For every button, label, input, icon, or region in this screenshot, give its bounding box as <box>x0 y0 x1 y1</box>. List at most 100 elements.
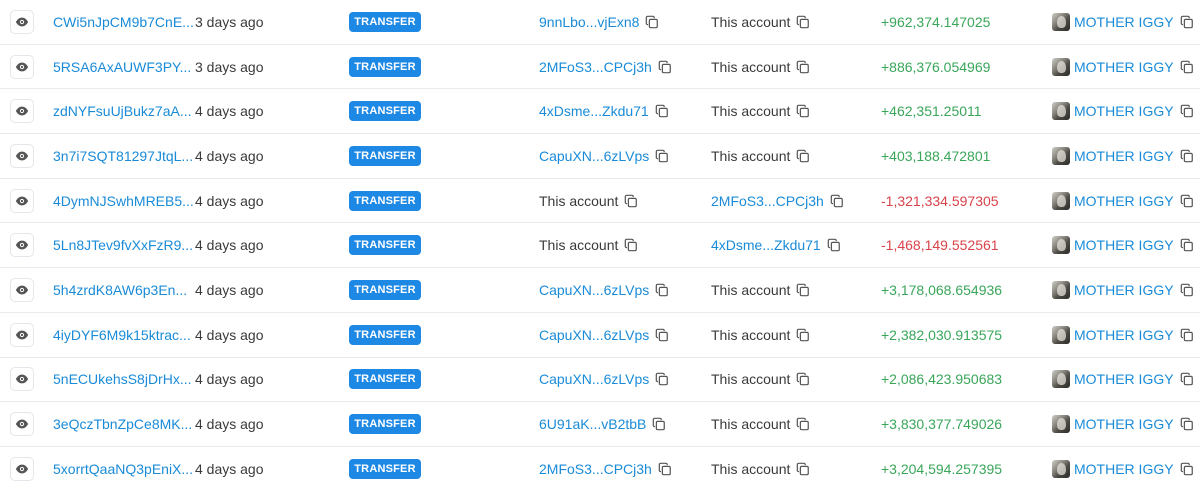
to-cell: This account <box>711 268 810 312</box>
signature-link[interactable]: 5RSA6AxAUWF3PY... <box>53 45 191 89</box>
copy-icon[interactable] <box>827 238 841 252</box>
view-details-button[interactable] <box>10 233 34 258</box>
type-badge: TRANSFER <box>349 145 421 166</box>
table-row: CWi5nJpCM9b7CnE... 3 days ago TRANSFER 9… <box>0 0 1200 45</box>
signature-link[interactable]: zdNYFsuUjBukz7aA... <box>53 89 192 133</box>
to-address: This account <box>711 326 791 343</box>
from-address[interactable]: CapuXN...6zLVps <box>539 282 649 298</box>
copy-icon[interactable] <box>645 15 659 29</box>
from-address[interactable]: CapuXN...6zLVps <box>539 371 649 387</box>
copy-icon[interactable] <box>1180 283 1194 297</box>
type-badge: TRANSFER <box>349 235 421 256</box>
copy-icon[interactable] <box>1180 417 1194 431</box>
to-address[interactable]: 4xDsme...Zkdu71 <box>711 237 821 253</box>
token-name-link[interactable]: MOTHER IGGY <box>1074 282 1174 298</box>
token-name-link[interactable]: MOTHER IGGY <box>1074 237 1174 253</box>
from-address[interactable]: 9nnLbo...vjExn8 <box>539 14 639 30</box>
copy-icon[interactable] <box>796 372 810 386</box>
time-ago: 4 days ago <box>195 192 264 209</box>
token-name-link[interactable]: MOTHER IGGY <box>1074 103 1174 119</box>
copy-icon[interactable] <box>1180 104 1194 118</box>
copy-icon[interactable] <box>655 328 669 342</box>
view-details-button[interactable] <box>10 278 34 303</box>
view-details-button[interactable] <box>10 367 34 392</box>
copy-icon[interactable] <box>796 328 810 342</box>
amount-value: +3,178,068.654936 <box>881 282 1003 299</box>
token-name-link[interactable]: MOTHER IGGY <box>1074 193 1174 209</box>
from-address[interactable]: 2MFoS3...CPCj3h <box>539 59 652 75</box>
from-address[interactable]: CapuXN...6zLVps <box>539 327 649 343</box>
copy-icon[interactable] <box>796 417 810 431</box>
to-cell: This account <box>711 134 810 178</box>
token-cell: MOTHER IGGY <box>1052 45 1194 89</box>
copy-icon[interactable] <box>652 417 666 431</box>
from-address[interactable]: 2MFoS3...CPCj3h <box>539 461 652 477</box>
copy-icon[interactable] <box>1180 194 1194 208</box>
from-address[interactable]: CapuXN...6zLVps <box>539 148 649 164</box>
copy-icon[interactable] <box>1180 328 1194 342</box>
copy-icon[interactable] <box>658 462 672 476</box>
signature-link[interactable]: 4iyDYF6M9k15ktrac... <box>53 313 191 357</box>
copy-icon[interactable] <box>658 60 672 74</box>
copy-icon[interactable] <box>1180 149 1194 163</box>
token-cell: MOTHER IGGY <box>1052 224 1194 268</box>
token-name-link[interactable]: MOTHER IGGY <box>1074 148 1174 164</box>
token-avatar-image <box>1052 146 1070 165</box>
eye-icon <box>15 151 29 161</box>
token-name-link[interactable]: MOTHER IGGY <box>1074 416 1174 432</box>
copy-icon[interactable] <box>1180 462 1194 476</box>
signature-link[interactable]: 5h4zrdK8AW6p3En... <box>53 268 187 312</box>
token-name-link[interactable]: MOTHER IGGY <box>1074 59 1174 75</box>
token-name-link[interactable]: MOTHER IGGY <box>1074 461 1174 477</box>
copy-icon[interactable] <box>624 194 638 208</box>
signature-link[interactable]: 3n7i7SQT81297JtqL... <box>53 134 193 178</box>
token-name-link[interactable]: MOTHER IGGY <box>1074 327 1174 343</box>
view-details-button[interactable] <box>10 456 34 481</box>
view-details-button[interactable] <box>10 322 34 347</box>
from-cell: CapuXN...6zLVps <box>539 358 669 402</box>
to-address: This account <box>711 460 791 477</box>
copy-icon[interactable] <box>655 283 669 297</box>
amount-value: +3,204,594.257395 <box>881 460 1003 477</box>
to-address[interactable]: 2MFoS3...CPCj3h <box>711 193 824 209</box>
copy-icon[interactable] <box>796 149 810 163</box>
copy-icon[interactable] <box>1180 60 1194 74</box>
copy-icon[interactable] <box>655 372 669 386</box>
from-address[interactable]: 6U91aK...vB2tbB <box>539 416 646 432</box>
copy-icon[interactable] <box>1180 372 1194 386</box>
to-cell: 4xDsme...Zkdu71 <box>711 224 841 268</box>
view-details-button[interactable] <box>10 188 34 213</box>
token-name-link[interactable]: MOTHER IGGY <box>1074 371 1174 387</box>
from-address[interactable]: 4xDsme...Zkdu71 <box>539 103 649 119</box>
copy-icon[interactable] <box>796 462 810 476</box>
view-details-button[interactable] <box>10 54 34 79</box>
to-address: This account <box>711 13 791 30</box>
signature-link[interactable]: CWi5nJpCM9b7CnE... <box>53 0 194 44</box>
signature-link[interactable]: 5xorrtQaaNQ3pEniX... <box>53 447 193 490</box>
to-cell: 2MFoS3...CPCj3h <box>711 179 844 223</box>
token-cell: MOTHER IGGY <box>1052 134 1194 178</box>
signature-link[interactable]: 3eQczTbnZpCe8MK... <box>53 402 192 446</box>
copy-icon[interactable] <box>796 283 810 297</box>
token-avatar-image <box>1052 325 1070 344</box>
copy-icon[interactable] <box>830 194 844 208</box>
copy-icon[interactable] <box>655 149 669 163</box>
copy-icon[interactable] <box>796 104 810 118</box>
signature-link[interactable]: 4DymNJSwhMREB5... <box>53 179 194 223</box>
from-cell: 2MFoS3...CPCj3h <box>539 447 672 490</box>
copy-icon[interactable] <box>1180 238 1194 252</box>
amount-value: +462,351.25011 <box>881 103 982 120</box>
token-name-link[interactable]: MOTHER IGGY <box>1074 14 1174 30</box>
copy-icon[interactable] <box>655 104 669 118</box>
copy-icon[interactable] <box>624 238 638 252</box>
copy-icon[interactable] <box>1180 15 1194 29</box>
view-details-button[interactable] <box>10 143 34 168</box>
copy-icon[interactable] <box>796 15 810 29</box>
view-details-button[interactable] <box>10 9 34 34</box>
view-details-button[interactable] <box>10 99 34 124</box>
signature-link[interactable]: 5nECUkehsS8jDrHx... <box>53 358 192 402</box>
copy-icon[interactable] <box>796 60 810 74</box>
signature-link[interactable]: 5Ln8JTev9fvXxFzR9... <box>53 224 193 268</box>
amount-value: +962,374.147025 <box>881 13 991 30</box>
view-details-button[interactable] <box>10 412 34 437</box>
